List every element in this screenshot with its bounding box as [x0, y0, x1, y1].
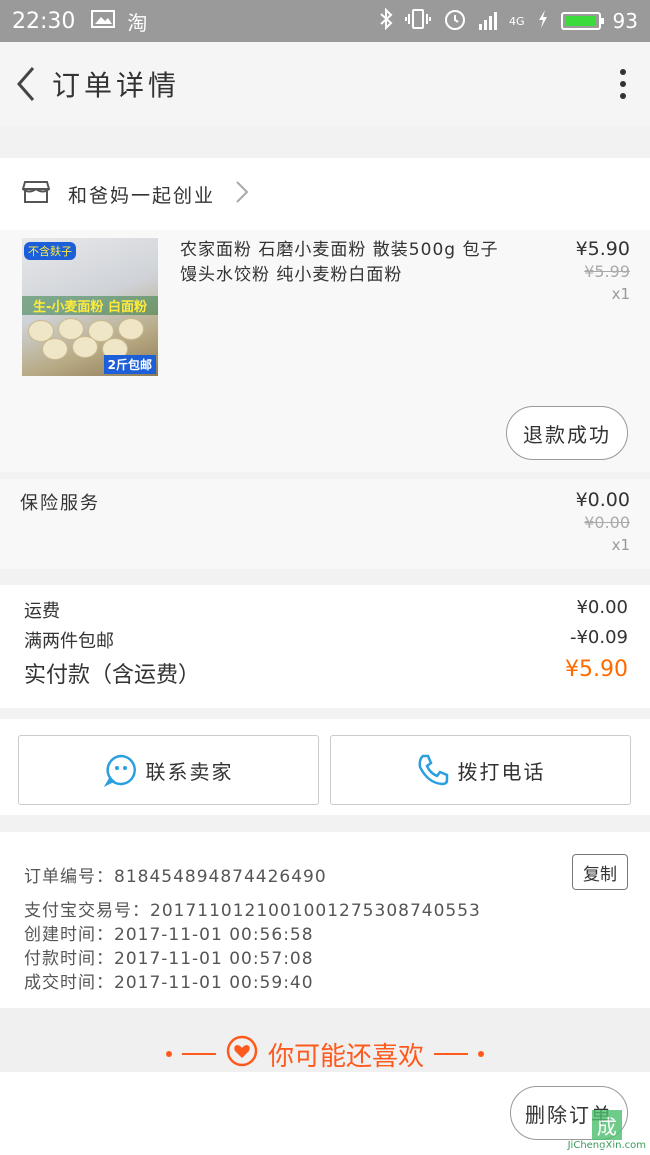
- completed-time: 成交时间：2017-11-01 00:59:40: [24, 973, 314, 993]
- alarm-icon: [443, 7, 467, 36]
- action-buttons: 联系卖家 拨打电话: [0, 719, 650, 815]
- discount-value: -¥0.09: [569, 627, 628, 648]
- watermark-logo: 集成网: [568, 1086, 646, 1155]
- total-value: ¥5.90: [565, 657, 628, 682]
- contact-seller-label: 联系卖家: [145, 759, 234, 784]
- battery-level: 93: [612, 9, 638, 33]
- alipay-number: 支付宝交易号：2017110121001001275308740553: [24, 901, 481, 921]
- recommend-title: 你可能还喜欢: [267, 1041, 424, 1072]
- insurance-price-block: ¥0.00 ¥0.00 x1: [576, 489, 630, 554]
- watermark: 集成网 JiChengXin.com: [568, 1086, 646, 1155]
- signal-icon: [479, 12, 498, 30]
- product-item[interactable]: 不含麸子 生-小麦面粉 白面粉 2斤包邮 农家面粉 石磨小麦面粉 散装500g …: [0, 230, 650, 472]
- shop-row[interactable]: 和爸妈一起创业: [0, 158, 650, 230]
- battery-icon: [560, 12, 604, 30]
- phone-icon: [416, 753, 450, 787]
- recommend-header: 你可能还喜欢: [165, 1035, 484, 1074]
- total-row: 实付款（含运费） ¥5.90: [24, 657, 628, 689]
- clock: 22:30: [12, 8, 76, 34]
- insurance-quantity: x1: [611, 536, 630, 554]
- shipping-row: 运费 ¥0.00: [24, 597, 628, 623]
- bottom-bar: 删除订单 集成网 JiChengXin.com: [0, 1072, 650, 1155]
- insurance-original-price: ¥0.00: [584, 513, 630, 532]
- insurance-label: 保险服务: [20, 493, 100, 514]
- buns-illustration: [28, 318, 152, 360]
- refund-status-button[interactable]: 退款成功: [506, 406, 628, 460]
- store-icon: [21, 179, 51, 209]
- call-phone-label: 拨打电话: [457, 759, 546, 784]
- image-icon: [91, 9, 116, 34]
- charging-icon: [537, 9, 549, 34]
- created-time: 创建时间：2017-11-01 00:56:58: [24, 925, 314, 945]
- image-tag-bottom: 2斤包邮: [103, 355, 156, 374]
- product-quantity: x1: [611, 285, 630, 303]
- chevron-left-icon: [17, 67, 35, 101]
- shipping-label: 运费: [24, 601, 60, 622]
- page-title: 订单详情: [52, 69, 181, 102]
- network-type: 4G: [509, 14, 525, 28]
- total-label: 实付款（含运费）: [24, 663, 201, 688]
- shop-name: 和爸妈一起创业: [68, 184, 216, 207]
- chat-icon: [103, 753, 138, 787]
- product-price: ¥5.90: [575, 238, 630, 260]
- shipping-value: ¥0.00: [576, 597, 628, 618]
- recommend-section: 你可能还喜欢: [0, 1008, 650, 1072]
- chevron-right-icon: [235, 180, 249, 208]
- heart-icon: [226, 1035, 258, 1074]
- nav-bar: 订单详情: [0, 42, 650, 126]
- more-menu-button[interactable]: [620, 69, 626, 99]
- product-image[interactable]: 不含麸子 生-小麦面粉 白面粉 2斤包邮: [22, 238, 158, 376]
- contact-seller-button[interactable]: 联系卖家: [18, 735, 319, 805]
- image-tag-top: 不含麸子: [24, 242, 76, 260]
- taobao-icon: 淘: [127, 10, 148, 35]
- discount-label: 满两件包邮: [24, 631, 114, 652]
- product-price-block: ¥5.90 ¥5.99 x1: [576, 238, 630, 303]
- insurance-row: 保险服务 ¥0.00 ¥0.00 x1: [0, 479, 650, 569]
- vibrate-icon: [405, 8, 432, 35]
- copy-button[interactable]: 复制: [572, 854, 628, 890]
- discount-row: 满两件包邮 -¥0.09: [24, 627, 628, 653]
- image-tag-middle: 生-小麦面粉 白面粉: [22, 296, 158, 315]
- product-title: 农家面粉 石磨小麦面粉 散装500g 包子馒头水饺粉 纯小麦粉白面粉: [180, 240, 499, 285]
- bluetooth-icon: [379, 7, 393, 35]
- paid-time: 付款时间：2017-11-01 00:57:08: [24, 949, 314, 969]
- product-original-price: ¥5.99: [584, 262, 630, 281]
- back-button[interactable]: [6, 64, 46, 104]
- status-bar: 22:30 淘 4G 93: [0, 0, 650, 42]
- fee-summary: 运费 ¥0.00 满两件包邮 -¥0.09 实付款（含运费） ¥5.90: [0, 585, 650, 708]
- call-phone-button[interactable]: 拨打电话: [330, 735, 631, 805]
- order-info: 订单编号：818454894874426490 复制 支付宝交易号：201711…: [0, 832, 650, 1008]
- order-number: 订单编号：818454894874426490: [24, 867, 327, 887]
- insurance-price: ¥0.00: [575, 489, 630, 511]
